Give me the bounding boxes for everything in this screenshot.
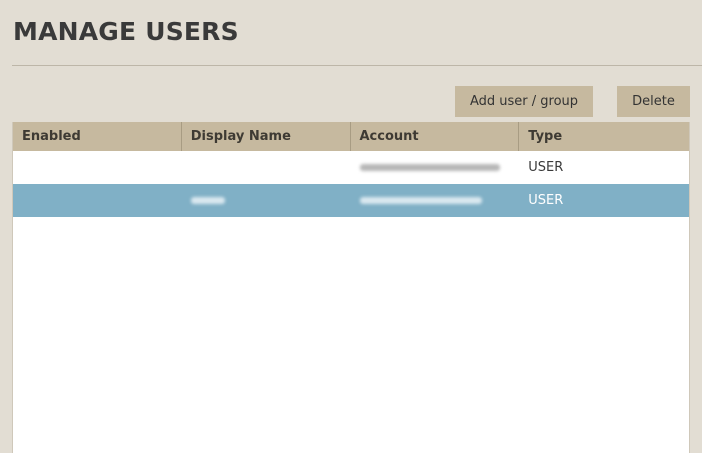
cell-display-name bbox=[182, 151, 351, 184]
cell-account bbox=[351, 151, 520, 184]
title-divider bbox=[12, 65, 702, 66]
column-header-display-name[interactable]: Display Name bbox=[182, 122, 351, 151]
table-row[interactable]: USER bbox=[13, 151, 689, 184]
cell-type-text: USER bbox=[528, 160, 564, 175]
cell-enabled bbox=[13, 151, 182, 184]
cell-account bbox=[351, 184, 520, 217]
delete-button[interactable]: Delete bbox=[617, 86, 690, 117]
redacted-display-name bbox=[190, 197, 225, 204]
cell-type: USER bbox=[519, 184, 689, 217]
cell-enabled bbox=[13, 184, 182, 217]
redacted-account bbox=[359, 164, 500, 171]
column-header-enabled[interactable]: Enabled bbox=[13, 122, 182, 151]
column-header-type[interactable]: Type bbox=[519, 122, 689, 151]
redacted-account bbox=[359, 197, 482, 204]
cell-type-text: USER bbox=[528, 193, 564, 208]
table-header: Enabled Display Name Account Type bbox=[13, 122, 689, 151]
table-row-selected[interactable]: USER bbox=[13, 184, 689, 217]
users-table: Enabled Display Name Account Type USER U… bbox=[12, 122, 690, 453]
column-header-account[interactable]: Account bbox=[351, 122, 520, 151]
manage-users-page: MANAGE USERS Add user / group Delete Ena… bbox=[0, 0, 702, 453]
cell-type: USER bbox=[519, 151, 689, 184]
cell-display-name bbox=[182, 184, 351, 217]
add-user-group-button[interactable]: Add user / group bbox=[455, 86, 593, 117]
page-title: MANAGE USERS bbox=[13, 17, 239, 46]
